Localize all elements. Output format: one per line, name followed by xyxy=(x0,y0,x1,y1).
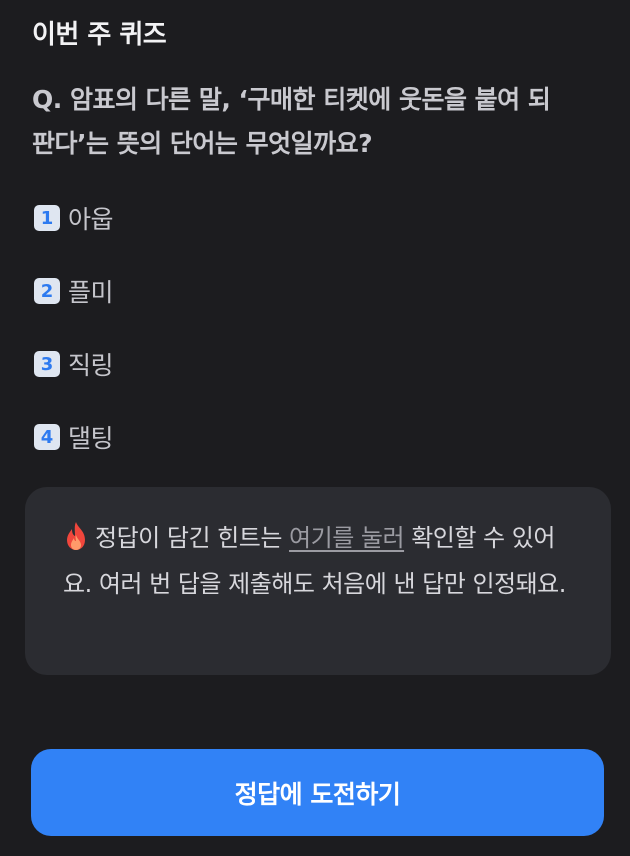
answer-option-3[interactable]: 3 직링 xyxy=(34,340,114,388)
answer-option-label: 플미 xyxy=(68,278,114,307)
answer-option-label: 아웁 xyxy=(68,205,114,234)
number-4-icon: 4 xyxy=(34,424,60,450)
answer-option-label: 댈팅 xyxy=(68,424,114,453)
answer-option-1[interactable]: 1 아웁 xyxy=(34,194,114,242)
answer-option-4[interactable]: 4 댈팅 xyxy=(34,413,114,461)
hint-text-before: 정답이 담긴 힌트는 xyxy=(95,524,290,552)
answer-option-2[interactable]: 2 플미 xyxy=(34,267,114,315)
page-title: 이번 주 퀴즈 xyxy=(32,20,167,50)
number-2-icon: 2 xyxy=(34,278,60,304)
answer-option-label: 직링 xyxy=(68,351,114,380)
answer-options: 1 아웁 2 플미 3 직링 4 댈팅 xyxy=(34,194,114,486)
hint-text: 정답이 담긴 힌트는 여기를 눌러 확인할 수 있어요. 여러 번 답을 제출해… xyxy=(63,515,575,607)
hint-card: 정답이 담긴 힌트는 여기를 눌러 확인할 수 있어요. 여러 번 답을 제출해… xyxy=(25,487,611,675)
number-3-icon: 3 xyxy=(34,351,60,377)
number-1-icon: 1 xyxy=(34,205,60,231)
hint-link[interactable]: 여기를 눌러 xyxy=(289,524,405,552)
submit-answer-button[interactable]: 정답에 도전하기 xyxy=(31,749,604,836)
fire-icon xyxy=(67,522,85,550)
quiz-question: Q. 암표의 다른 말, ‘구매한 티켓에 웃돈을 붙여 되판다’는 뜻의 단어… xyxy=(32,85,551,158)
